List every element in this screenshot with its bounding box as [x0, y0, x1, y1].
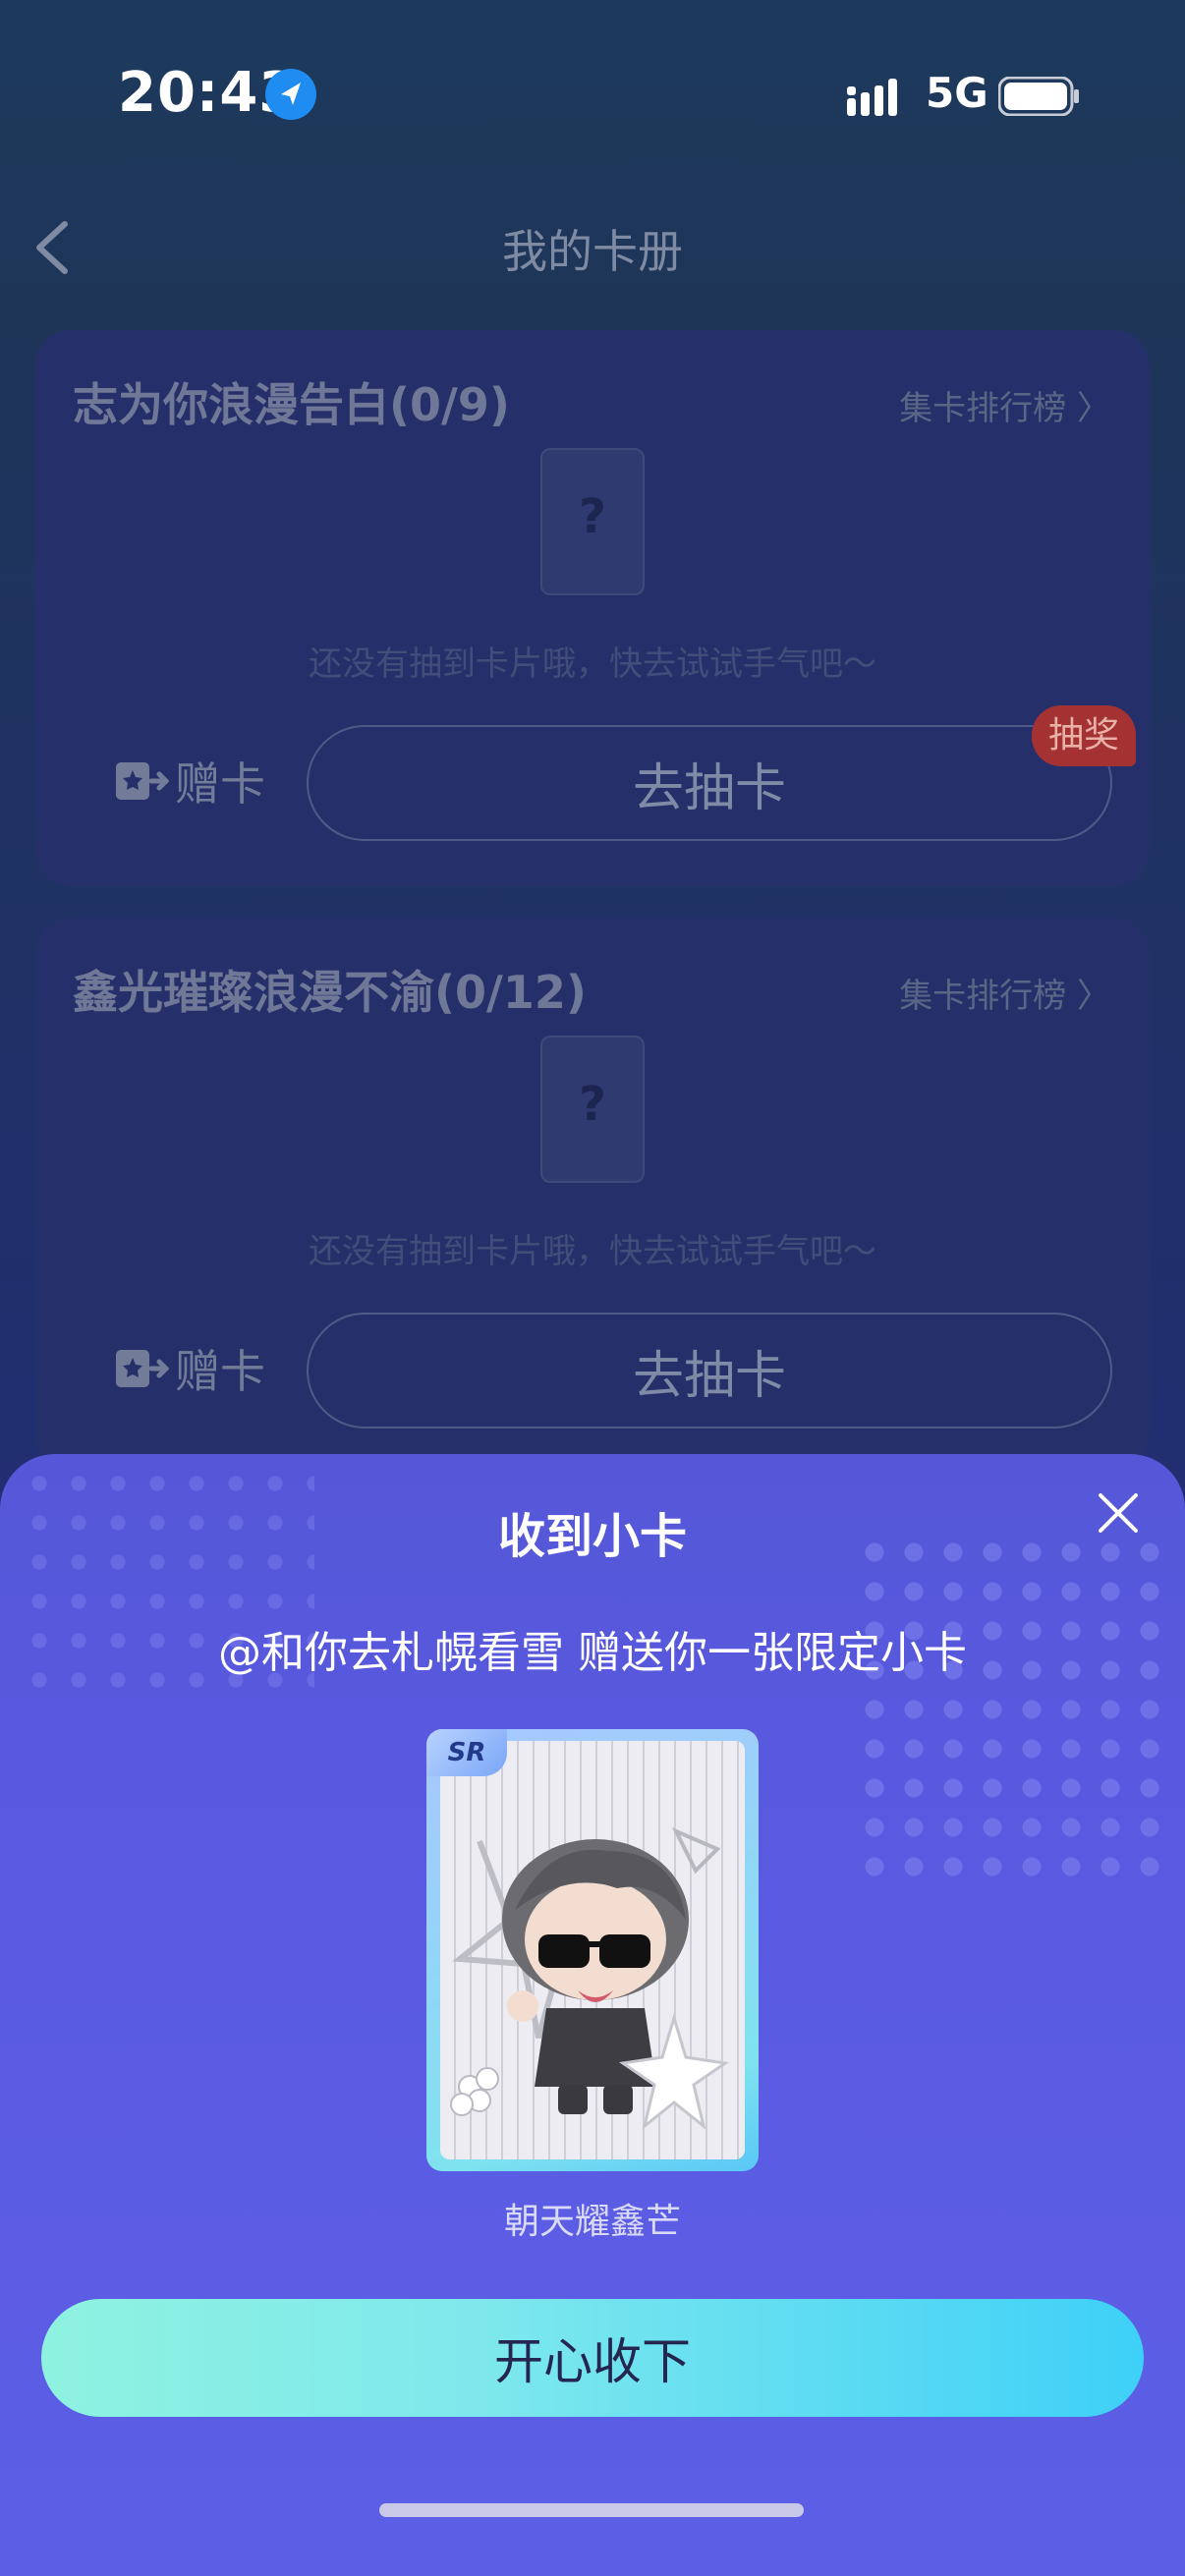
card-album: 鑫光璀璨浪漫不渝(0/12) 集卡排行榜 〉 ? 还没有抽到卡片哦，快去试试手气…: [35, 918, 1150, 1468]
signal-icon: [847, 79, 897, 116]
card-album: 志为你浪漫告白(0/9) 集卡排行榜 〉 ? 还没有抽到卡片哦，快去试试手气吧～…: [35, 330, 1150, 886]
chibi-character-illustration: [450, 1827, 729, 2130]
placeholder-mark: ?: [579, 1077, 606, 1132]
placeholder-mark: ?: [579, 489, 606, 544]
draw-card-button[interactable]: 去抽卡: [307, 1313, 1112, 1428]
decorative-dots: [855, 1533, 1179, 1886]
page-title: 我的卡册: [502, 225, 683, 278]
empty-hint: 还没有抽到卡片哦，快去试试手气吧～: [309, 644, 876, 684]
modal-title: 收到小卡: [497, 1509, 687, 1564]
draw-card-button[interactable]: 去抽卡: [307, 725, 1112, 841]
empty-hint: 还没有抽到卡片哦，快去试试手气吧～: [309, 1232, 876, 1271]
location-arrow-icon: [265, 69, 316, 120]
ranking-link[interactable]: 集卡排行榜 〉: [899, 969, 1110, 1017]
gift-card-label: 赠卡: [175, 1345, 265, 1398]
gift-message: @和你去札幌看雪 赠送你一张限定小卡: [218, 1628, 967, 1678]
card-placeholder: ?: [540, 448, 645, 595]
card-placeholder: ?: [540, 1036, 645, 1183]
rarity-badge: SR: [426, 1729, 507, 1776]
gift-card-icon: [116, 762, 169, 800]
card-name: 朝天耀鑫芒: [503, 2202, 681, 2242]
gift-card-icon: [116, 1350, 169, 1387]
ranking-link[interactable]: 集卡排行榜 〉: [899, 381, 1110, 429]
accept-button[interactable]: 开心收下: [41, 2299, 1144, 2417]
lottery-badge: 抽奖: [1032, 705, 1136, 766]
mini-card[interactable]: SR: [426, 1729, 759, 2171]
battery-icon: [998, 77, 1079, 116]
album-title: 鑫光璀璨浪漫不渝(0/12): [73, 966, 587, 1019]
received-card-modal: 收到小卡 @和你去札幌看雪 赠送你一张限定小卡 SR 朝天耀鑫芒 开心收下: [0, 1454, 1185, 2576]
gift-card-button[interactable]: 赠卡: [114, 749, 265, 813]
status-bar: 20:43 5G: [0, 0, 1185, 196]
home-indicator[interactable]: [379, 2503, 804, 2517]
gift-card-button[interactable]: 赠卡: [114, 1336, 265, 1401]
network-type: 5G: [926, 69, 988, 117]
gift-card-label: 赠卡: [175, 757, 265, 811]
album-title: 志为你浪漫告白(0/9): [73, 378, 510, 431]
